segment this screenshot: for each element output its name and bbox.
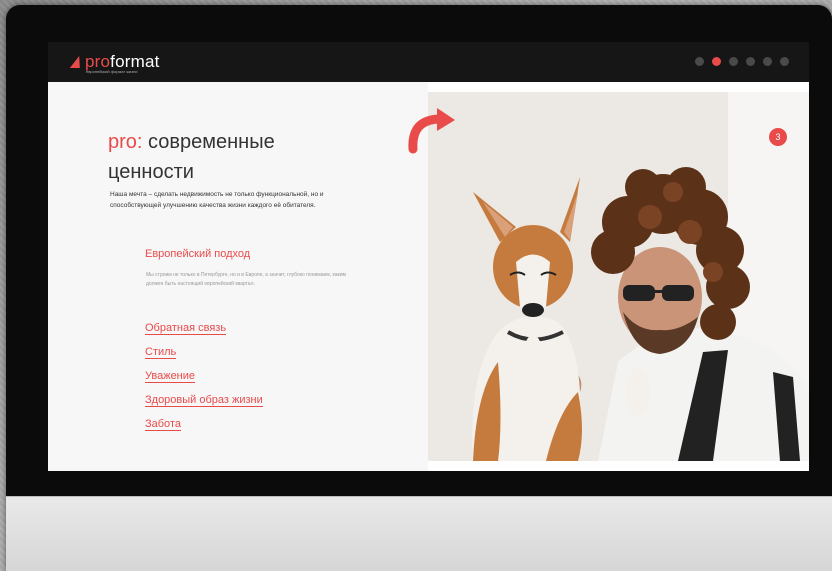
monitor-frame: proformat европейский формат жизни pro: … — [6, 5, 832, 571]
pagination-dot[interactable] — [780, 57, 789, 66]
pagination-dot[interactable] — [746, 57, 755, 66]
list-item: Здоровый образ жизни — [145, 394, 263, 418]
link-style[interactable]: Стиль — [145, 346, 177, 359]
logo-mark-icon — [69, 56, 85, 68]
slide-number-badge[interactable]: 3 — [769, 128, 787, 146]
section-title: Европейский подход — [145, 248, 251, 260]
brand-tagline: европейский формат жизни — [86, 69, 138, 74]
slide-pagination — [695, 57, 789, 66]
hero-photo — [428, 92, 809, 461]
headline-line2: ценности — [108, 161, 194, 183]
top-navigation-bar: proformat европейский формат жизни — [48, 42, 809, 82]
link-care[interactable]: Забота — [145, 418, 181, 431]
slide-content: pro: современные ценности Наша мечта – с… — [48, 82, 809, 471]
link-feedback[interactable]: Обратная связь — [145, 322, 227, 335]
headline-prefix: pro: — [108, 131, 143, 153]
page-title: pro: современные ценности — [108, 127, 275, 187]
curved-arrow-icon — [408, 108, 455, 154]
list-item: Забота — [145, 418, 263, 442]
link-respect[interactable]: Уважение — [145, 370, 196, 383]
values-link-list: Обратная связь Стиль Уважение Здоровый о… — [145, 322, 263, 442]
headline-line1: современные — [148, 131, 275, 153]
pagination-dot[interactable] — [695, 57, 704, 66]
list-item: Уважение — [145, 370, 263, 394]
list-item: Стиль — [145, 346, 263, 370]
monitor-chin — [6, 496, 832, 571]
link-healthy-lifestyle[interactable]: Здоровый образ жизни — [145, 394, 263, 407]
website-screen: proformat европейский формат жизни pro: … — [48, 42, 809, 471]
list-item: Обратная связь — [145, 322, 263, 346]
pagination-dot[interactable] — [729, 57, 738, 66]
hero-description: Наша мечта – сделать недвижимость не тол… — [110, 191, 324, 209]
pagination-dot[interactable] — [763, 57, 772, 66]
pagination-dot-active[interactable] — [712, 57, 721, 66]
text-panel: pro: современные ценности Наша мечта – с… — [48, 82, 428, 471]
section-text: Мы строим не только в Петербурге, но и в… — [146, 272, 346, 287]
photo-illustration — [428, 92, 809, 461]
